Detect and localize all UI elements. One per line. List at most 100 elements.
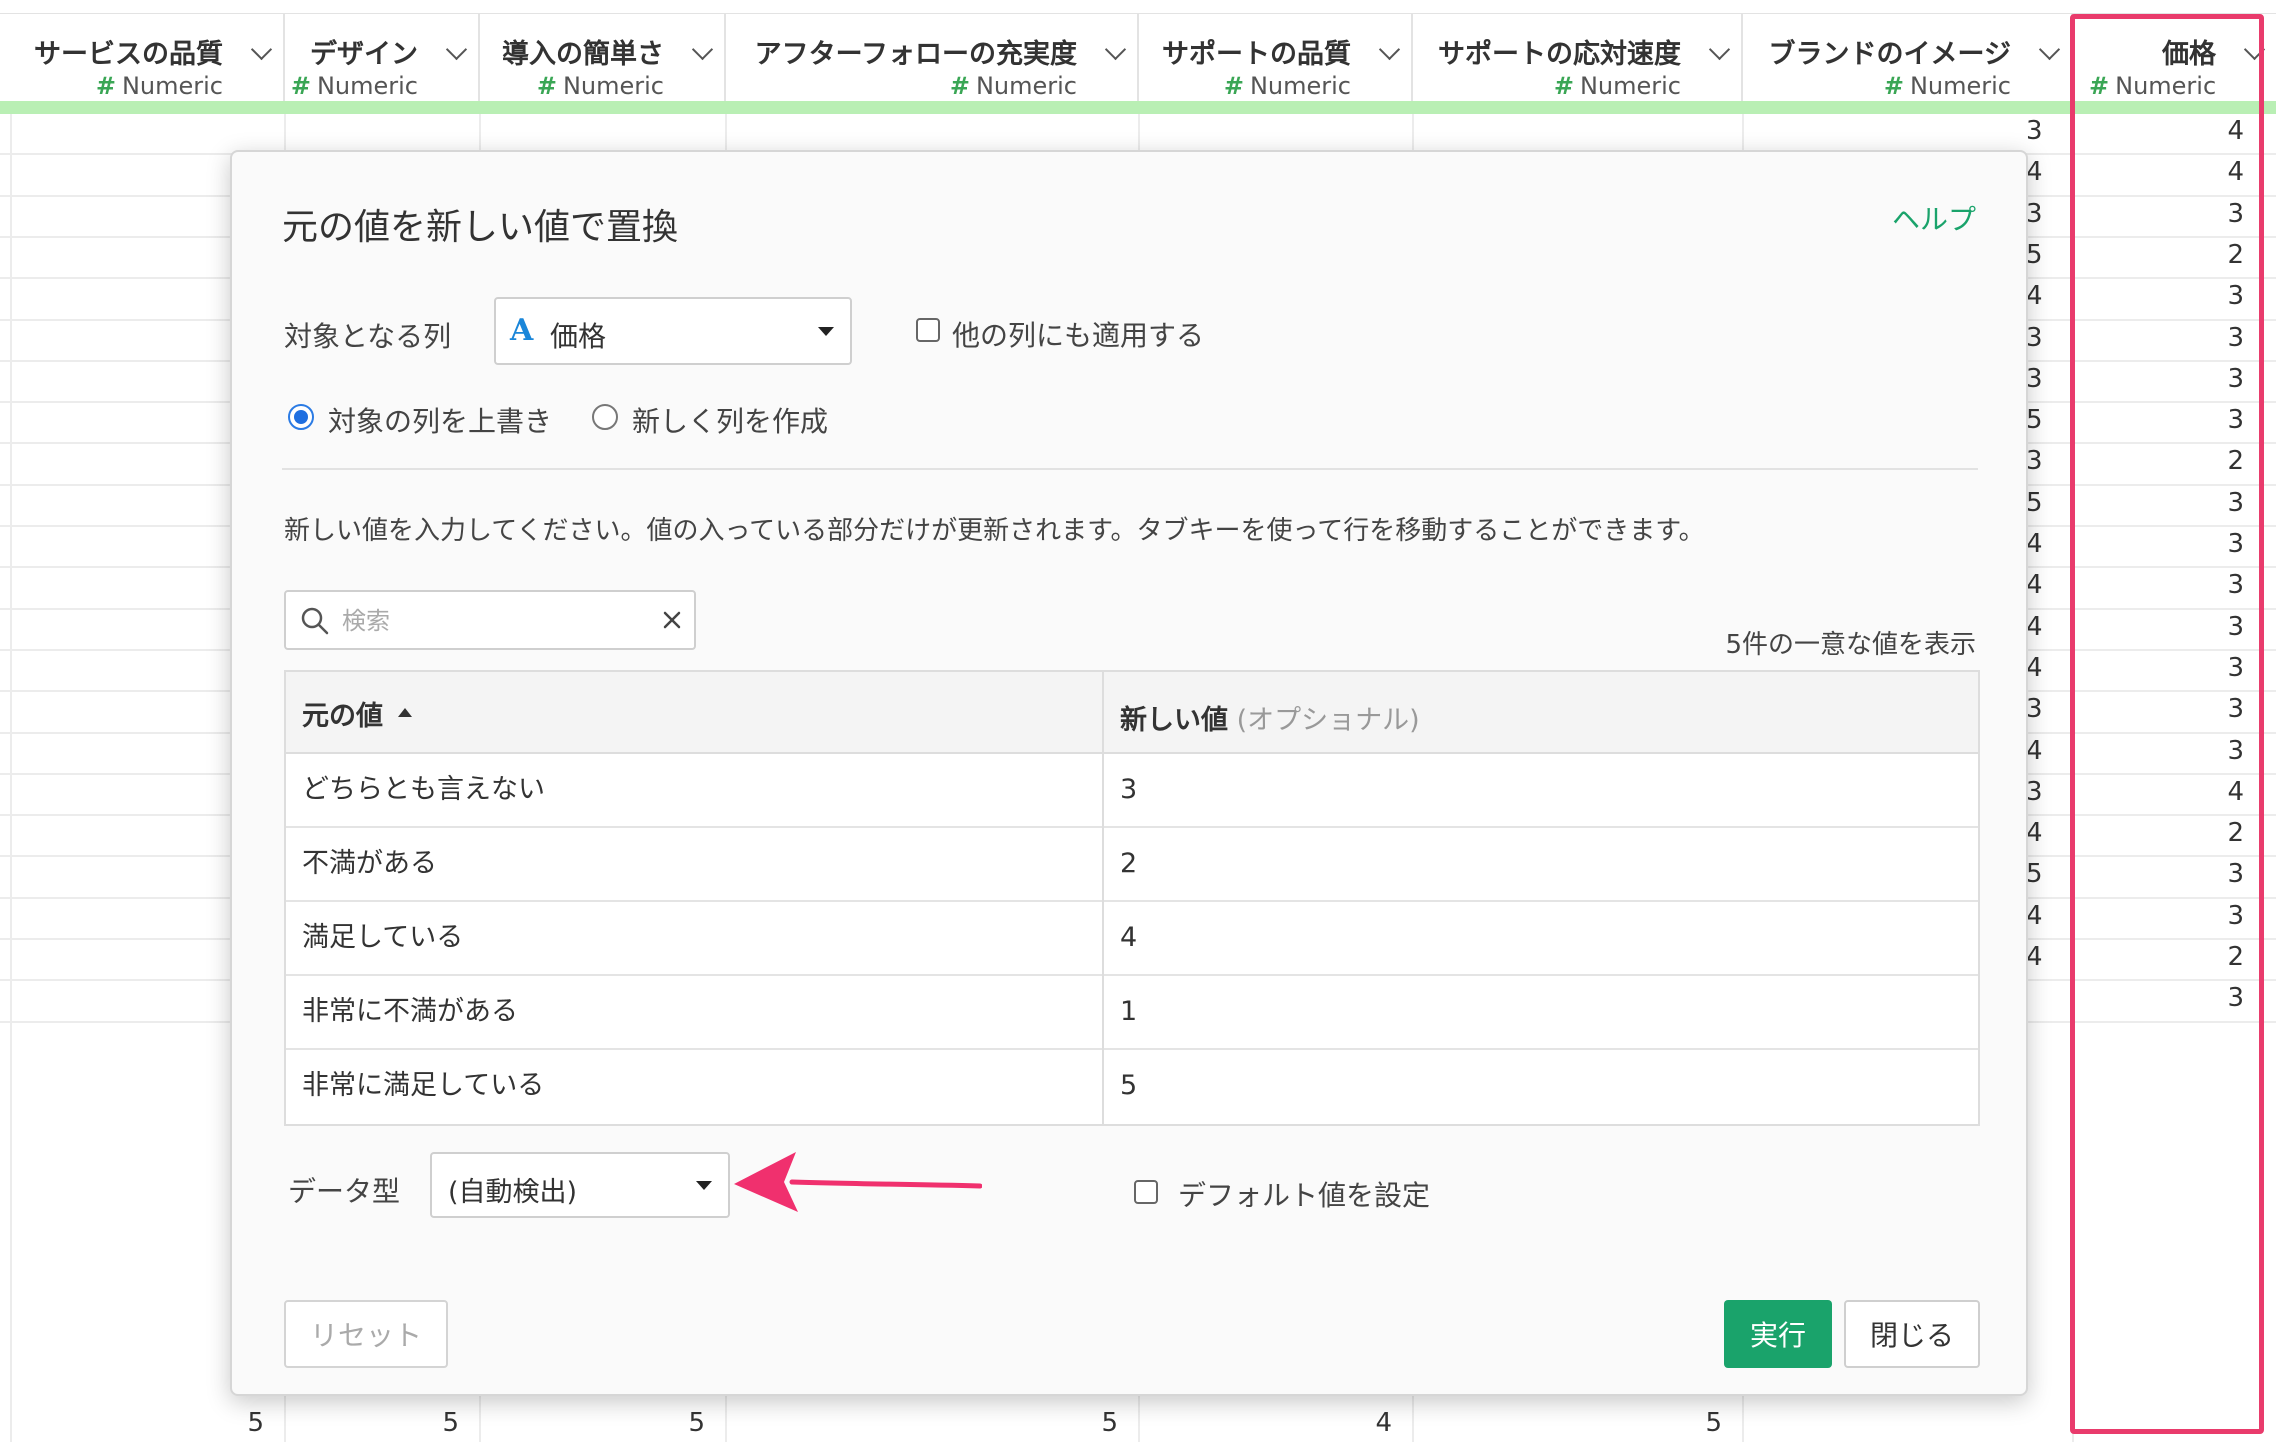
brand-image-cell[interactable]: 4 — [2026, 157, 2050, 187]
header-new-label: 新しい値 (オプショナル) — [1120, 705, 1420, 736]
column-header-ease-of-introduction[interactable]: 導入の簡単さ # Numeric — [480, 14, 726, 102]
brand-image-cell[interactable]: 4 — [2026, 653, 2050, 683]
brand-image-cell[interactable]: 5 — [2026, 488, 2050, 518]
column-type: # Numeric — [1223, 72, 1351, 100]
default-value-label: デフォルト値を設定 — [1178, 1179, 1431, 1212]
column-header-design[interactable]: デザイン # Numeric — [285, 14, 480, 102]
data-type-select[interactable]: (自動検出) — [430, 1152, 730, 1218]
chevron-down-icon[interactable] — [2038, 38, 2061, 61]
apply-other-columns-label: 他の列にも適用する — [952, 319, 1205, 352]
run-button[interactable]: 実行 — [1724, 1300, 1832, 1368]
brand-image-cell[interactable]: 3 — [2026, 116, 2050, 146]
brand-image-cell[interactable]: 4 — [2026, 901, 2050, 931]
original-value: 満足している — [302, 922, 464, 953]
grid-cell[interactable]: 5 — [200, 1408, 264, 1438]
grid-cell[interactable]: 5 — [641, 1408, 705, 1438]
column-name: アフターフォローの充実度 — [754, 39, 1077, 70]
new-value-input[interactable]: 1 — [1104, 976, 1978, 1048]
grid-cell[interactable]: 4 — [1328, 1408, 1392, 1438]
hash-icon: # — [1883, 72, 1904, 100]
brand-image-cell[interactable]: 4 — [2026, 281, 2050, 311]
chevron-down-icon[interactable] — [1104, 38, 1127, 61]
brand-image-cell[interactable]: 4 — [2026, 612, 2050, 642]
table-row: 不満がある 2 — [286, 828, 1978, 902]
column-name: ブランドのイメージ — [1768, 39, 2011, 70]
column-header-support-speed[interactable]: サポートの応対速度 # Numeric — [1413, 14, 1743, 102]
chevron-down-icon[interactable] — [1378, 38, 1401, 61]
overwrite-label: 対象の列を上書き — [328, 405, 553, 438]
brand-image-cell[interactable]: 3 — [2026, 694, 2050, 724]
instruction-text: 新しい値を入力してください。値の入っている部分だけが更新されます。タブキーを使っ… — [284, 516, 1705, 546]
hash-icon: # — [290, 72, 311, 100]
brand-image-cell[interactable]: 3 — [2026, 777, 2050, 807]
brand-image-cell[interactable]: 4 — [2026, 570, 2050, 600]
brand-image-cell[interactable]: 4 — [2026, 942, 2050, 972]
sort-ascending-icon[interactable] — [398, 708, 412, 717]
original-value: 非常に不満がある — [302, 996, 518, 1027]
new-value-input[interactable]: 4 — [1104, 902, 1978, 974]
search-icon — [301, 607, 329, 635]
help-link[interactable]: ヘルプ — [1892, 198, 1976, 238]
chevron-down-icon[interactable] — [691, 38, 714, 61]
table-row: 非常に満足している 5 — [286, 1050, 1978, 1124]
grid-line — [10, 114, 12, 1442]
target-column-select[interactable]: A 価格 — [494, 297, 852, 365]
new-value-input[interactable]: 5 — [1104, 1050, 1978, 1122]
brand-image-cell[interactable]: 3 — [2026, 446, 2050, 476]
column-header-support-quality[interactable]: サポートの品質 # Numeric — [1139, 14, 1413, 102]
brand-image-cell[interactable]: 3 — [2026, 323, 2050, 353]
chevron-down-icon[interactable] — [250, 38, 273, 61]
new-column-radio[interactable] — [592, 404, 618, 430]
value-mapping-table: 元の値 新しい値 (オプショナル) どちらとも言えない 3 不満がある 2 満足… — [284, 670, 1980, 1126]
search-input[interactable] — [340, 602, 644, 640]
brand-image-cell[interactable]: 5 — [2026, 859, 2050, 889]
data-type-value: (自動検出) — [448, 1177, 578, 1208]
column-type: # Numeric — [536, 72, 664, 100]
default-value-checkbox[interactable] — [1134, 1180, 1158, 1204]
column-header-after-follow[interactable]: アフターフォローの充実度 # Numeric — [726, 14, 1139, 102]
column-header-service-quality[interactable]: サービスの品質 # Numeric — [0, 14, 285, 102]
replace-values-dialog: 元の値を新しい値で置換 ヘルプ 対象となる列 A 価格 他の列にも適用する 対象… — [230, 150, 2028, 1396]
chevron-down-icon[interactable] — [1708, 38, 1731, 61]
column-divider — [1102, 672, 1104, 1124]
hash-icon: # — [95, 72, 116, 100]
header-new-value: 新しい値 (オプショナル) — [1102, 672, 1978, 754]
column-type: # Numeric — [95, 72, 223, 100]
clear-icon[interactable] — [662, 610, 682, 630]
grid-cell[interactable]: 5 — [1054, 1408, 1118, 1438]
column-name: デザイン — [310, 39, 418, 70]
apply-other-columns-checkbox[interactable] — [916, 318, 940, 342]
brand-image-cell[interactable]: 5 — [2026, 240, 2050, 270]
brand-image-cell[interactable]: 3 — [2026, 199, 2050, 229]
hash-icon: # — [1553, 72, 1574, 100]
new-value-input[interactable]: 3 — [1104, 754, 1978, 826]
new-value-input[interactable]: 2 — [1104, 828, 1978, 900]
brand-image-cell[interactable]: 4 — [2026, 736, 2050, 766]
brand-image-cell[interactable]: 4 — [2026, 529, 2050, 559]
hash-icon: # — [536, 72, 557, 100]
reset-button[interactable]: リセット — [284, 1300, 448, 1368]
original-value: 不満がある — [302, 848, 437, 879]
header-original-value[interactable]: 元の値 — [286, 672, 1102, 754]
table-row: どちらとも言えない 3 — [286, 754, 1978, 828]
brand-image-cell[interactable]: 3 — [2026, 364, 2050, 394]
column-type: # Numeric — [290, 72, 418, 100]
column-header-brand-image[interactable]: ブランドのイメージ # Numeric — [1743, 14, 2073, 102]
column-name: サポートの応対速度 — [1438, 39, 1681, 70]
original-value: 非常に満足している — [302, 1070, 545, 1101]
column-type: # Numeric — [949, 72, 1077, 100]
close-button[interactable]: 閉じる — [1844, 1300, 1980, 1368]
search-box[interactable] — [284, 590, 696, 650]
brand-image-cell[interactable]: 4 — [2026, 818, 2050, 848]
chevron-down-icon[interactable] — [445, 38, 468, 61]
overwrite-radio[interactable] — [288, 404, 314, 430]
caret-down-icon — [818, 327, 834, 336]
header-original-label: 元の値 — [302, 701, 383, 732]
brand-image-cell[interactable]: 5 — [2026, 405, 2050, 435]
grid-cell[interactable]: 5 — [395, 1408, 459, 1438]
hash-icon: # — [949, 72, 970, 100]
price-column-highlight — [2070, 14, 2264, 1434]
table-row: 非常に不満がある 1 — [286, 976, 1978, 1050]
grid-cell[interactable]: 5 — [1658, 1408, 1722, 1438]
text-type-icon: A — [510, 313, 534, 348]
